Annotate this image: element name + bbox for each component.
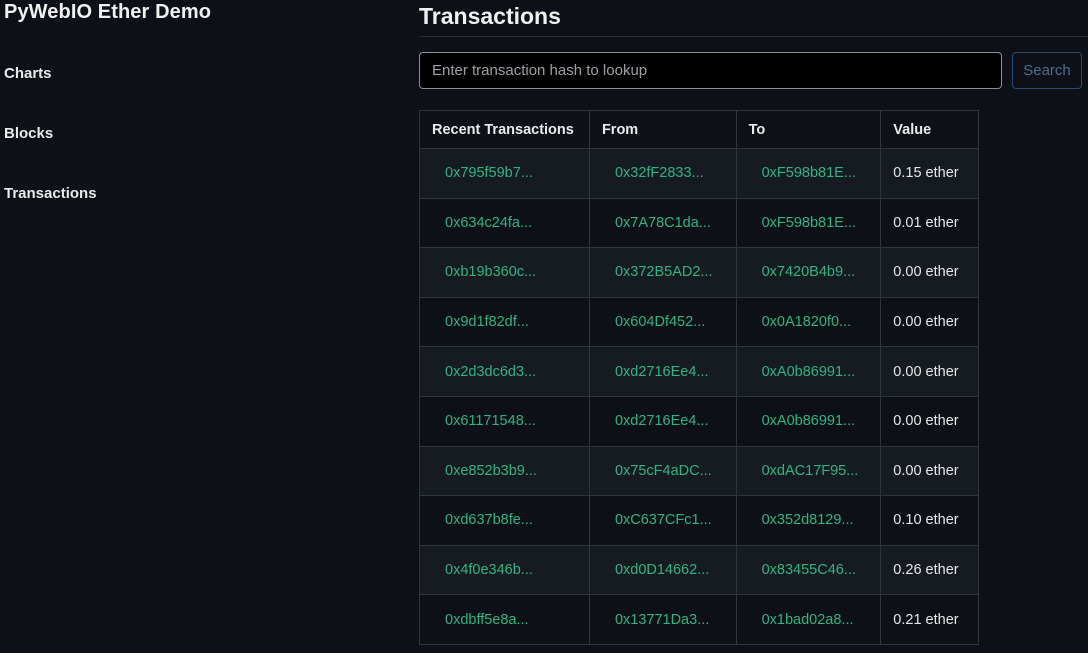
tx-hash-link[interactable]: 0x2d3dc6d3... (419, 346, 590, 397)
table-row: 0xb19b360c... 0x372B5AD2... 0x7420B4b9..… (419, 247, 979, 298)
table-row: 0x61171548... 0xd2716Ee4... 0xA0b86991..… (419, 395, 979, 447)
tx-value: 0.15 ether (880, 148, 979, 199)
to-address-link[interactable]: 0x7420B4b9... (735, 247, 882, 298)
sidebar: PyWebIO Ether Demo Charts Blocks Transac… (0, 0, 400, 653)
transaction-search-input[interactable] (419, 52, 1002, 89)
tx-hash-link[interactable]: 0xe852b3b9... (419, 445, 590, 497)
tx-hash-link[interactable]: 0x634c24fa... (419, 197, 590, 249)
from-address-link[interactable]: 0x372B5AD2... (588, 247, 737, 298)
tx-hash-link[interactable]: 0x61171548... (419, 395, 590, 447)
tx-value: 0.01 ether (880, 197, 979, 249)
tx-value: 0.21 ether (880, 594, 979, 645)
from-address-link[interactable]: 0xd2716Ee4... (588, 346, 737, 397)
table-row: 0x634c24fa... 0x7A78C1da... 0xF598b81E..… (419, 197, 979, 249)
brand-title: PyWebIO Ether Demo (4, 1, 212, 23)
header-to: To (735, 110, 882, 149)
to-address-link[interactable]: 0xF598b81E... (735, 148, 882, 199)
header-recent-transactions: Recent Transactions (419, 110, 590, 149)
table-header-row: Recent Transactions From To Value (419, 110, 979, 149)
table-row: 0x795f59b7... 0x32fF2833... 0xF598b81E..… (419, 148, 979, 199)
from-address-link[interactable]: 0x604Df452... (588, 296, 737, 348)
from-address-link[interactable]: 0x75cF4aDC... (588, 445, 737, 497)
from-address-link[interactable]: 0x32fF2833... (588, 148, 737, 199)
tx-value: 0.00 ether (880, 346, 979, 397)
tx-value: 0.00 ether (880, 247, 979, 298)
header-value: Value (880, 110, 979, 149)
to-address-link[interactable]: 0x352d8129... (735, 495, 882, 546)
page-title: Transactions (419, 3, 561, 29)
tx-value: 0.00 ether (880, 296, 979, 348)
tx-hash-link[interactable]: 0x9d1f82df... (419, 296, 590, 348)
table-row: 0xdbff5e8a... 0x13771Da3... 0x1bad02a8..… (419, 594, 979, 645)
table-row: 0xd637b8fe... 0xC637CFc1... 0x352d8129..… (419, 495, 979, 546)
table-row: 0xe852b3b9... 0x75cF4aDC... 0xdAC17F95..… (419, 445, 979, 497)
tx-value: 0.26 ether (880, 544, 979, 596)
from-address-link[interactable]: 0xd0D14662... (588, 544, 737, 596)
tx-value: 0.00 ether (880, 445, 979, 497)
to-address-link[interactable]: 0x1bad02a8... (735, 594, 882, 645)
main-content: Transactions Search Recent Transactions … (419, 0, 1088, 653)
transactions-table: Recent Transactions From To Value 0x795f… (419, 110, 979, 645)
to-address-link[interactable]: 0xdAC17F95... (735, 445, 882, 497)
tx-value: 0.10 ether (880, 495, 979, 546)
header-from: From (588, 110, 737, 149)
table-row: 0x9d1f82df... 0x604Df452... 0x0A1820f0..… (419, 296, 979, 348)
from-address-link[interactable]: 0xC637CFc1... (588, 495, 737, 546)
tx-hash-link[interactable]: 0xb19b360c... (419, 247, 590, 298)
table-row: 0x2d3dc6d3... 0xd2716Ee4... 0xA0b86991..… (419, 346, 979, 397)
tx-value: 0.00 ether (880, 395, 979, 447)
from-address-link[interactable]: 0x7A78C1da... (588, 197, 737, 249)
tx-hash-link[interactable]: 0x795f59b7... (419, 148, 590, 199)
table-body: 0x795f59b7... 0x32fF2833... 0xF598b81E..… (419, 148, 979, 645)
table-row: 0x4f0e346b... 0xd0D14662... 0x83455C46..… (419, 544, 979, 596)
to-address-link[interactable]: 0x0A1820f0... (735, 296, 882, 348)
tx-hash-link[interactable]: 0xd637b8fe... (419, 495, 590, 546)
sidebar-item-transactions[interactable]: Transactions (4, 185, 97, 202)
search-button[interactable]: Search (1012, 52, 1082, 89)
sidebar-item-charts[interactable]: Charts (4, 65, 52, 82)
to-address-link[interactable]: 0xF598b81E... (735, 197, 882, 249)
to-address-link[interactable]: 0x83455C46... (735, 544, 882, 596)
to-address-link[interactable]: 0xA0b86991... (735, 395, 882, 447)
to-address-link[interactable]: 0xA0b86991... (735, 346, 882, 397)
app-root: PyWebIO Ether Demo Charts Blocks Transac… (0, 0, 1088, 653)
sidebar-item-blocks[interactable]: Blocks (4, 125, 53, 142)
from-address-link[interactable]: 0x13771Da3... (588, 594, 737, 645)
table-header: Recent Transactions From To Value (419, 110, 979, 149)
from-address-link[interactable]: 0xd2716Ee4... (588, 395, 737, 447)
title-divider (419, 36, 1088, 37)
tx-hash-link[interactable]: 0x4f0e346b... (419, 544, 590, 596)
tx-hash-link[interactable]: 0xdbff5e8a... (419, 594, 590, 645)
